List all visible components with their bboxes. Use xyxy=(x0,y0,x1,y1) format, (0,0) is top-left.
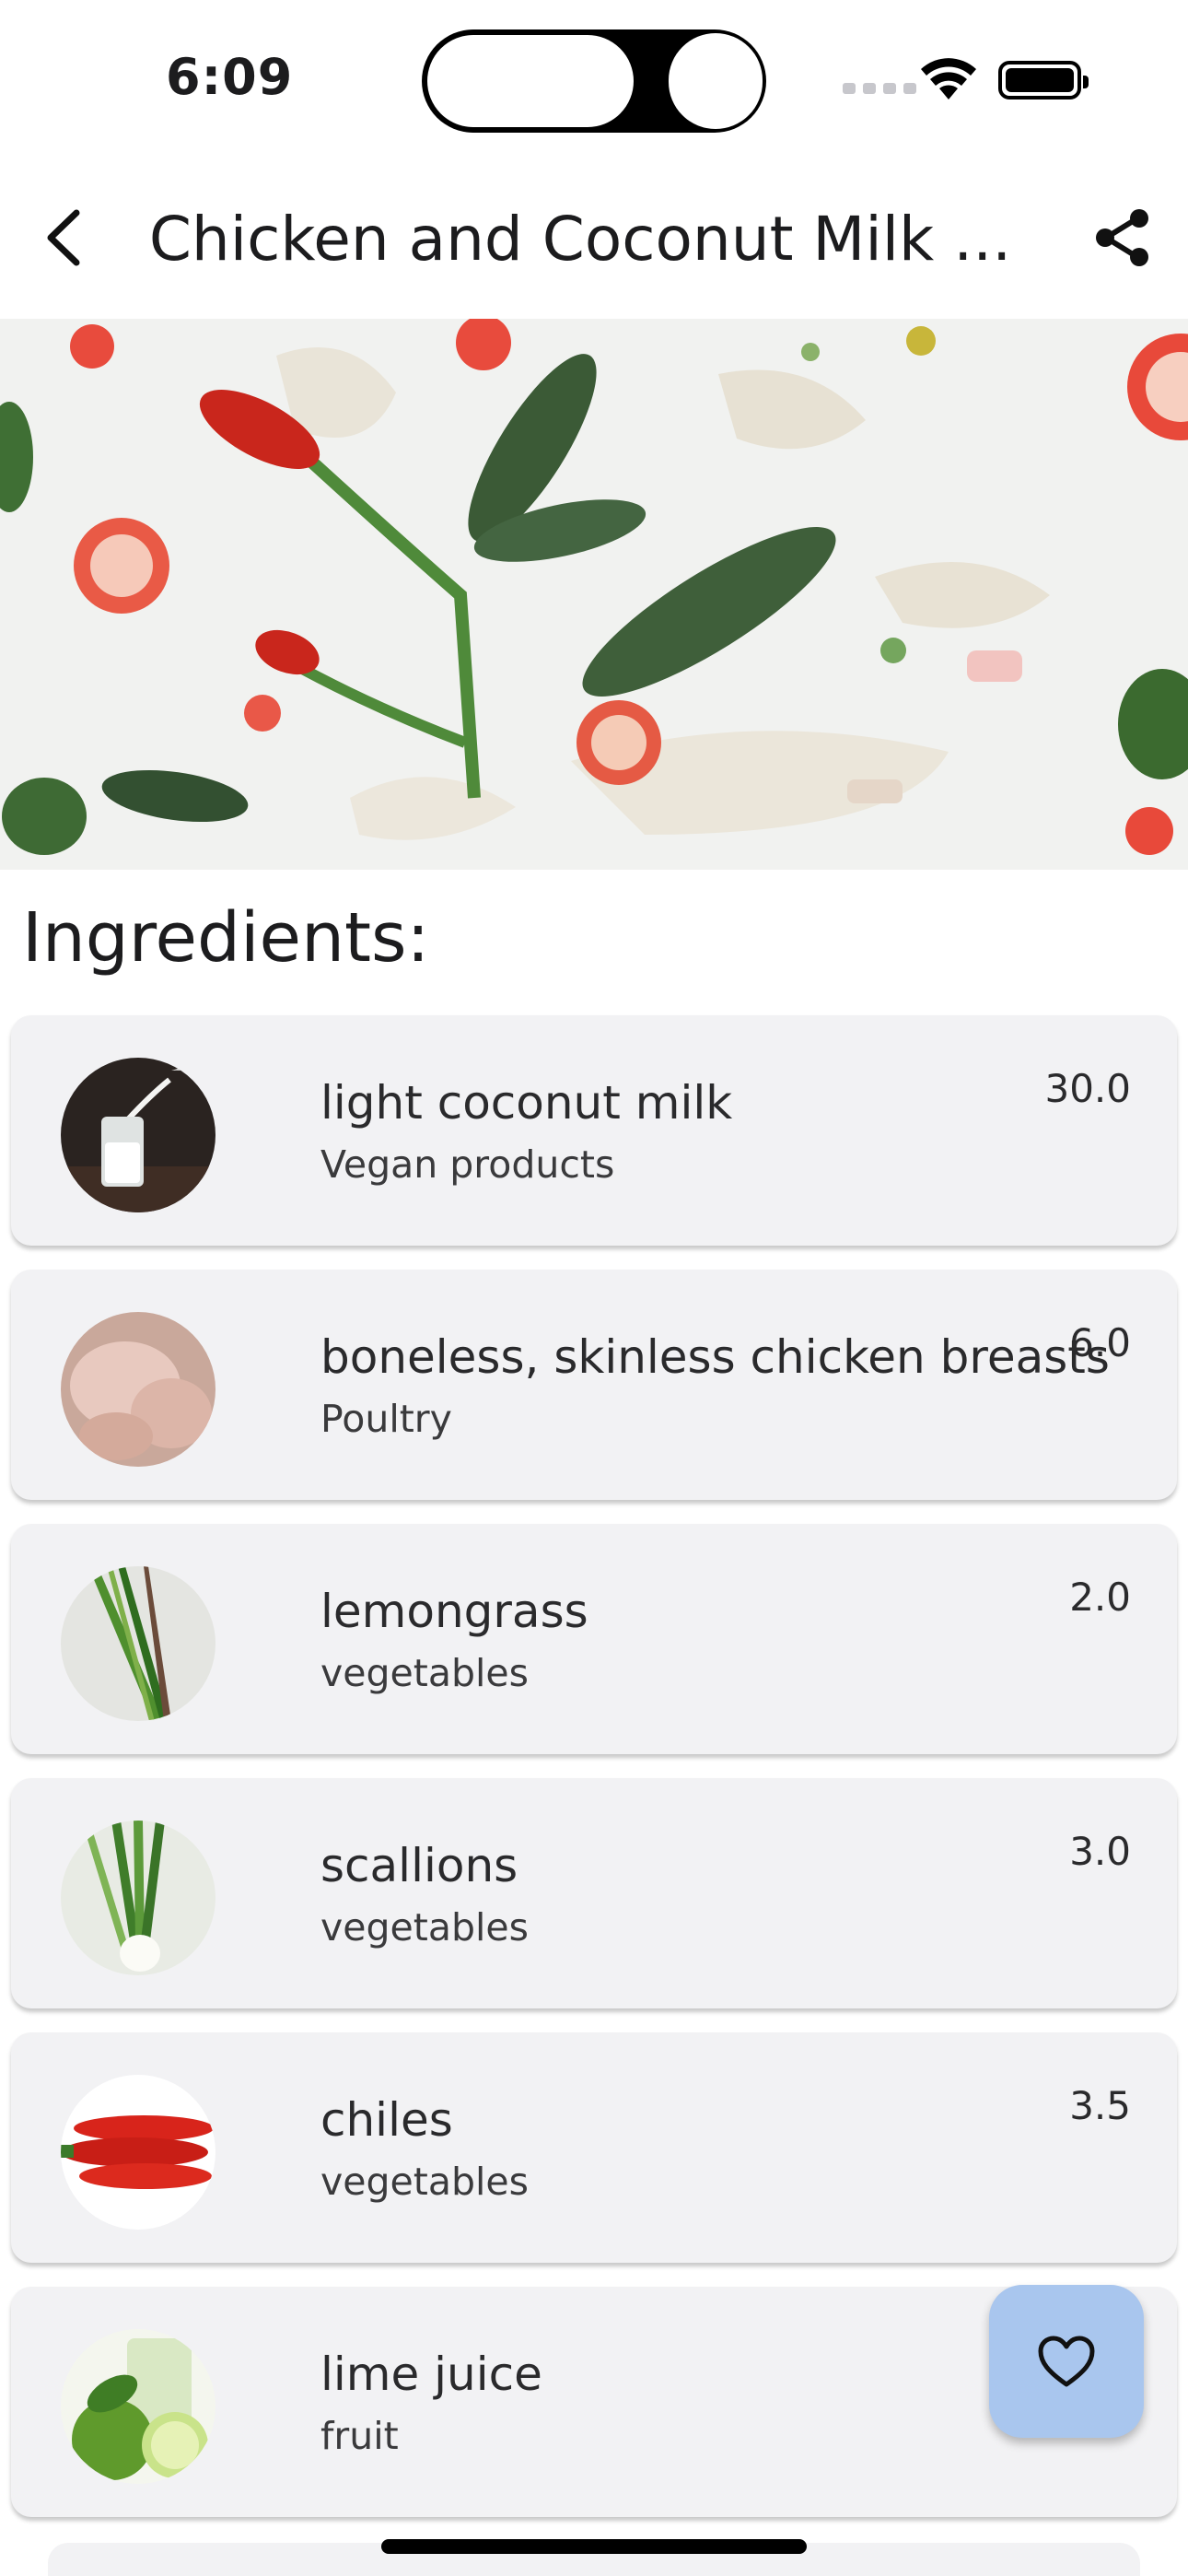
ingredients-heading: Ingredients: xyxy=(22,898,430,978)
soup-image xyxy=(0,319,1188,870)
share-icon xyxy=(1096,209,1148,266)
lime-thumbnail xyxy=(61,2329,215,2484)
back-button[interactable] xyxy=(28,201,101,275)
ingredient-category: fruit xyxy=(320,2414,399,2458)
ingredient-category: Poultry xyxy=(320,1397,452,1441)
chicken-thumbnail xyxy=(61,1312,215,1467)
home-indicator xyxy=(381,2539,807,2554)
favorite-button[interactable] xyxy=(989,2285,1144,2438)
ingredient-quantity: 30.0 xyxy=(1044,1066,1131,1111)
ingredient-category: vegetables xyxy=(320,1905,529,1950)
milk-thumbnail xyxy=(61,1058,215,1212)
ingredient-name: lemongrass xyxy=(320,1585,588,1638)
app-bar: Chicken and Coconut Milk ... xyxy=(0,157,1188,319)
ingredient-card-lemongrass[interactable]: lemongrass vegetables 2.0 xyxy=(11,1524,1177,1754)
ingredient-name: boneless, skinless chicken breasts xyxy=(320,1330,1110,1384)
recipe-hero-image xyxy=(0,319,1188,870)
page-title: Chicken and Coconut Milk ... xyxy=(148,204,1012,275)
dynamic-island xyxy=(422,29,766,133)
ingredient-name: light coconut milk xyxy=(320,1076,733,1130)
battery-icon xyxy=(998,61,1089,100)
scallions-thumbnail xyxy=(61,1821,215,1975)
ingredient-card-scallions[interactable]: scallions vegetables 3.0 xyxy=(11,1778,1177,2008)
chevron-left-icon xyxy=(47,209,80,266)
status-time: 6:09 xyxy=(166,48,294,106)
ingredient-card-chicken-breasts[interactable]: boneless, skinless chicken breasts Poult… xyxy=(11,1270,1177,1500)
chiles-thumbnail xyxy=(61,2075,215,2230)
share-button[interactable] xyxy=(1087,201,1160,275)
ingredient-quantity: 6.0 xyxy=(1069,1320,1131,1365)
ingredient-quantity: 3.5 xyxy=(1069,2083,1131,2128)
ingredient-card-chiles[interactable]: chiles vegetables 3.5 xyxy=(11,2032,1177,2263)
ingredient-category: vegetables xyxy=(320,1651,529,1695)
ingredient-category: vegetables xyxy=(320,2160,529,2204)
ingredient-category: Vegan products xyxy=(320,1142,615,1187)
ingredient-quantity: 3.0 xyxy=(1069,1829,1131,1874)
ingredient-quantity: 2.0 xyxy=(1069,1575,1131,1620)
ingredient-name: lime juice xyxy=(320,2348,542,2401)
wifi-icon xyxy=(921,58,976,100)
cellular-signal-icon xyxy=(843,83,916,94)
lemongrass-thumbnail xyxy=(61,1566,215,1721)
ingredient-card-light-coconut-milk[interactable]: light coconut milk Vegan products 30.0 xyxy=(11,1015,1177,1246)
heart-icon xyxy=(1038,2336,1095,2387)
ingredient-name: scallions xyxy=(320,1839,518,1892)
status-bar: 6:09 xyxy=(0,0,1188,157)
ingredient-name: chiles xyxy=(320,2093,453,2147)
